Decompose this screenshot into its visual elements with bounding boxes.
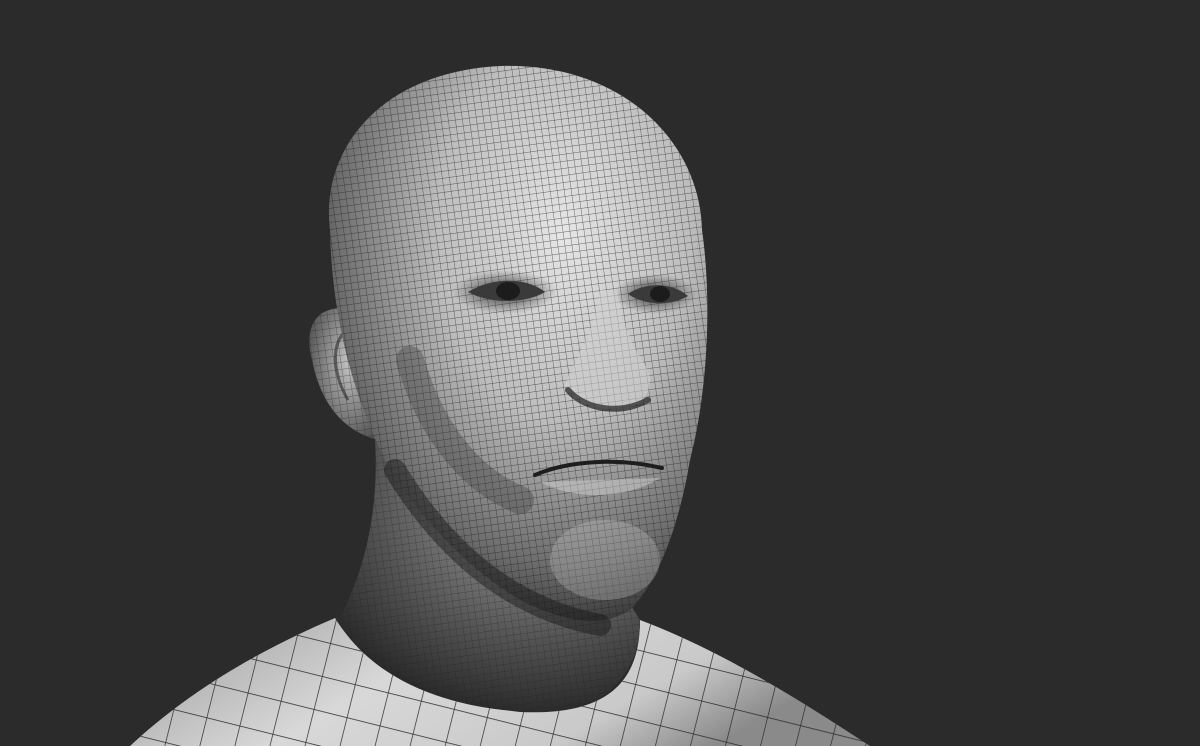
bust-render (130, 65, 870, 746)
render-viewport (0, 0, 1200, 746)
